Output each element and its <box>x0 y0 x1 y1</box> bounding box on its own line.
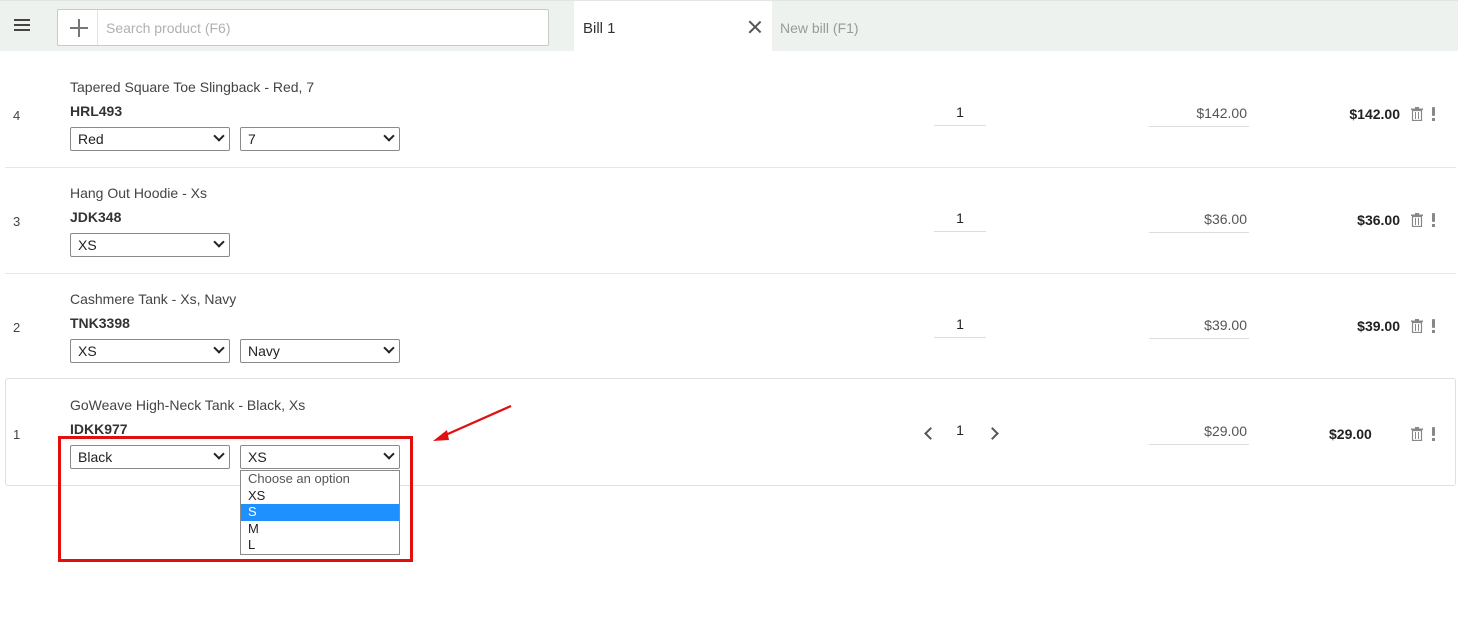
row-index: 2 <box>13 320 21 335</box>
select-value: 7 <box>248 131 256 147</box>
annotation-arrow-icon <box>433 404 512 441</box>
product-sku: IDKK977 <box>70 421 128 437</box>
unit-price-field[interactable]: $29.00 <box>1149 423 1249 445</box>
hamburger-menu-icon[interactable] <box>14 18 30 32</box>
product-name: Hang Out Hoodie - Xs <box>70 185 207 201</box>
trash-icon[interactable] <box>1411 427 1423 441</box>
line-total: $36.00 <box>1357 212 1400 228</box>
close-icon[interactable] <box>748 20 762 34</box>
line-total: $142.00 <box>1349 106 1400 122</box>
exclamation-icon[interactable] <box>1431 107 1437 121</box>
chevron-down-icon <box>213 236 225 248</box>
plus-icon[interactable] <box>69 18 89 38</box>
color-select[interactable]: Red <box>70 127 230 151</box>
select-value: Navy <box>248 343 280 359</box>
size-select[interactable]: XS <box>70 233 230 257</box>
quantity-field[interactable]: 1 <box>934 210 986 232</box>
exclamation-icon[interactable] <box>1431 319 1437 333</box>
size-select[interactable]: XS <box>70 339 230 363</box>
line-total: $29.00 <box>1329 426 1372 442</box>
quantity-field[interactable]: 1 <box>934 422 986 444</box>
exclamation-icon[interactable] <box>1431 213 1437 227</box>
tab-label: Bill 1 <box>583 20 616 37</box>
trash-icon[interactable] <box>1411 213 1423 227</box>
product-sku: JDK348 <box>70 209 122 225</box>
chevron-right-icon[interactable] <box>986 427 999 440</box>
unit-price-field[interactable]: $39.00 <box>1149 317 1249 339</box>
chevron-down-icon <box>383 130 395 142</box>
select-value: XS <box>78 343 97 359</box>
exclamation-icon[interactable] <box>1431 427 1437 441</box>
line-item-row: 2 Cashmere Tank - Xs, Navy TNK3398 XS Na… <box>5 274 1456 378</box>
trash-icon[interactable] <box>1411 107 1423 121</box>
unit-price-field[interactable]: $36.00 <box>1149 211 1249 233</box>
trash-icon[interactable] <box>1411 319 1423 333</box>
product-sku: TNK3398 <box>70 315 130 331</box>
chevron-down-icon <box>213 342 225 354</box>
size-select[interactable]: 7 <box>240 127 400 151</box>
select-value: XS <box>78 237 97 253</box>
annotation-highlight-box <box>58 436 413 562</box>
search-box[interactable] <box>57 9 549 46</box>
row-index: 3 <box>13 214 21 229</box>
row-index: 1 <box>13 427 21 442</box>
product-name: Cashmere Tank - Xs, Navy <box>70 291 237 307</box>
select-value: Red <box>78 131 104 147</box>
tab-bill-1[interactable]: Bill 1 <box>574 1 772 52</box>
search-input[interactable] <box>106 10 536 45</box>
color-select[interactable]: Navy <box>240 339 400 363</box>
line-item-row: 4 Tapered Square Toe Slingback - Red, 7 … <box>5 66 1456 168</box>
search-divider <box>97 10 98 45</box>
quantity-field[interactable]: 1 <box>934 316 986 338</box>
chevron-down-icon <box>213 130 225 142</box>
product-name: Tapered Square Toe Slingback - Red, 7 <box>70 79 315 95</box>
line-total: $39.00 <box>1357 318 1400 334</box>
tab-new-bill[interactable]: New bill (F1) <box>780 20 859 36</box>
unit-price-field[interactable]: $142.00 <box>1149 105 1249 127</box>
product-sku: HRL493 <box>70 103 123 119</box>
chevron-down-icon <box>383 342 395 354</box>
row-index: 4 <box>13 108 21 123</box>
line-item-row: 3 Hang Out Hoodie - Xs JDK348 XS 1 $36.0… <box>5 168 1456 274</box>
quantity-field[interactable]: 1 <box>934 104 986 126</box>
product-name: GoWeave High-Neck Tank - Black, Xs <box>70 397 306 413</box>
top-bar: Bill 1 New bill (F1) <box>0 0 1458 52</box>
